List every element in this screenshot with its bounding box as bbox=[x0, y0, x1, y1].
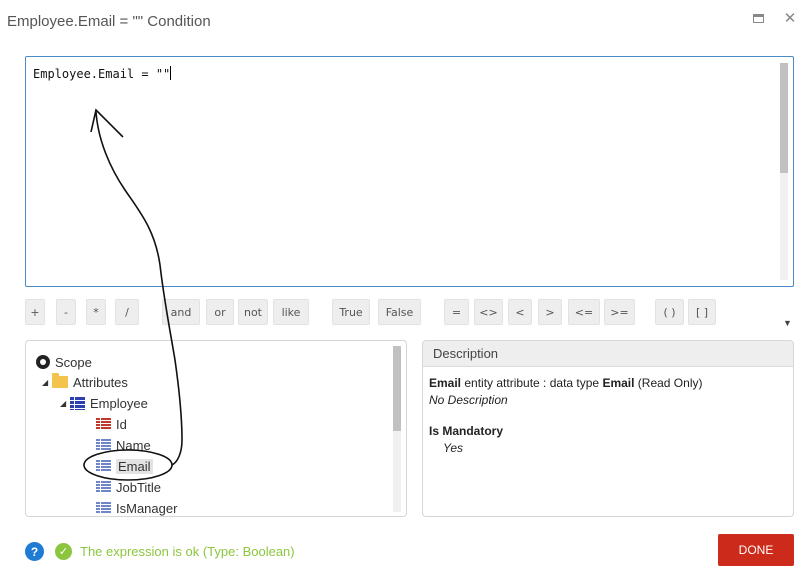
expression-editor[interactable]: Employee.Email = "" bbox=[25, 56, 794, 287]
scope-icon bbox=[36, 355, 50, 369]
tree-item-label: JobTitle bbox=[116, 479, 162, 495]
description-summary: Email entity attribute : data type Email… bbox=[429, 376, 703, 390]
op-equal-button[interactable]: = bbox=[444, 299, 469, 325]
op-true-button[interactable]: True bbox=[332, 299, 370, 325]
collapse-arrow-icon[interactable]: ◢ bbox=[60, 399, 70, 408]
attribute-icon bbox=[96, 460, 111, 472]
dialog-title: Employee.Email = "" Condition bbox=[7, 13, 211, 30]
op-minus-button[interactable]: - bbox=[56, 299, 76, 325]
tree-scrollbar[interactable] bbox=[393, 346, 401, 512]
op-not-button[interactable]: not bbox=[238, 299, 268, 325]
done-button[interactable]: DONE bbox=[718, 534, 794, 566]
close-icon: ✕ bbox=[783, 10, 797, 27]
op-plus-button[interactable]: + bbox=[25, 299, 45, 325]
text-caret bbox=[170, 66, 172, 80]
tree-item-jobtitle[interactable]: JobTitle bbox=[96, 477, 161, 497]
tree-item-ismanager[interactable]: IsManager bbox=[96, 498, 178, 516]
tree-item-label: Name bbox=[116, 437, 151, 453]
key-attribute-icon bbox=[96, 418, 111, 430]
mandatory-title: Is Mandatory bbox=[429, 424, 504, 438]
tree-item-scope[interactable]: Scope bbox=[36, 352, 92, 372]
scope-tree-panel: Scope ◢ Attributes ◢ Employee Id Name Em… bbox=[25, 340, 407, 517]
maximize-button[interactable] bbox=[750, 10, 766, 26]
tree-item-email[interactable]: Email bbox=[96, 456, 153, 476]
toolbar-overflow-icon[interactable]: ▼ bbox=[783, 318, 792, 328]
close-button[interactable]: ✕ bbox=[782, 10, 798, 27]
op-greater-button[interactable]: > bbox=[538, 299, 562, 325]
folder-icon bbox=[52, 373, 68, 388]
op-like-button[interactable]: like bbox=[273, 299, 309, 325]
editor-scrollbar[interactable] bbox=[780, 63, 788, 280]
op-false-button[interactable]: False bbox=[378, 299, 421, 325]
description-text: No Description bbox=[429, 393, 508, 407]
description-body: Email entity attribute : data type Email… bbox=[423, 367, 793, 465]
attribute-icon bbox=[96, 481, 111, 493]
mandatory-value: Yes bbox=[443, 441, 464, 455]
op-multiply-button[interactable]: * bbox=[86, 299, 106, 325]
tree-item-label: Scope bbox=[55, 354, 92, 370]
op-greater-equal-button[interactable]: >= bbox=[604, 299, 635, 325]
editor-scrollbar-thumb[interactable] bbox=[780, 63, 788, 173]
description-header: Description bbox=[423, 341, 793, 367]
op-divide-button[interactable]: / bbox=[115, 299, 139, 325]
validation-status: The expression is ok (Type: Boolean) bbox=[80, 544, 295, 559]
op-or-button[interactable]: or bbox=[206, 299, 234, 325]
help-icon[interactable]: ? bbox=[25, 542, 44, 561]
tree-item-label: IsManager bbox=[116, 500, 178, 516]
description-panel: Description Email entity attribute : dat… bbox=[422, 340, 794, 517]
op-brackets-button[interactable]: [ ] bbox=[688, 299, 716, 325]
tree-item-label: Employee bbox=[90, 395, 148, 411]
maximize-icon bbox=[752, 13, 764, 23]
op-less-equal-button[interactable]: <= bbox=[568, 299, 600, 325]
tree-item-label: Id bbox=[116, 416, 127, 432]
attribute-icon bbox=[96, 502, 111, 514]
attribute-icon bbox=[96, 439, 111, 451]
tree-item-name[interactable]: Name bbox=[96, 435, 151, 455]
tree-item-attributes[interactable]: ◢ Attributes bbox=[42, 372, 128, 392]
op-not-equal-button[interactable]: <> bbox=[474, 299, 503, 325]
tree-scrollbar-thumb[interactable] bbox=[393, 346, 401, 431]
op-and-button[interactable]: and bbox=[162, 299, 200, 325]
collapse-arrow-icon[interactable]: ◢ bbox=[42, 378, 52, 387]
expression-text[interactable]: Employee.Email = "" bbox=[33, 66, 172, 81]
check-icon: ✓ bbox=[55, 543, 72, 560]
op-less-button[interactable]: < bbox=[508, 299, 532, 325]
op-parentheses-button[interactable]: ( ) bbox=[655, 299, 684, 325]
entity-table-icon bbox=[70, 396, 85, 410]
tree-item-label: Attributes bbox=[73, 374, 128, 390]
tree-item-id[interactable]: Id bbox=[96, 414, 127, 434]
tree-item-label: Email bbox=[116, 458, 153, 474]
tree-item-employee[interactable]: ◢ Employee bbox=[60, 393, 148, 413]
